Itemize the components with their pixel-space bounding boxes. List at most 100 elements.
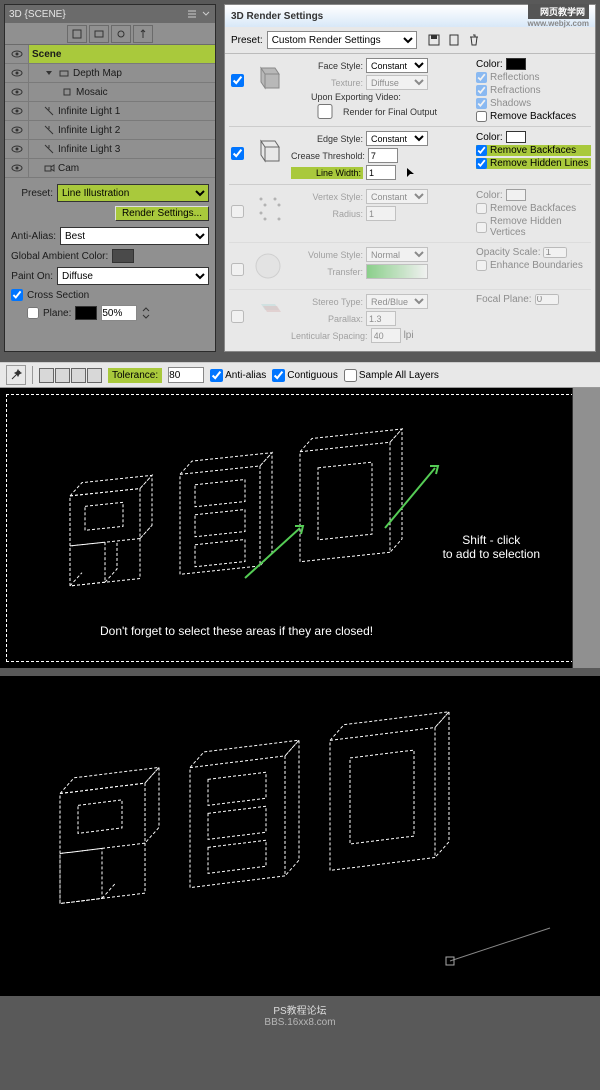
face-style-label: Face Style: xyxy=(291,61,363,71)
render-settings-button[interactable]: Render Settings... xyxy=(115,206,209,221)
crease-label: Crease Threshold: xyxy=(291,151,365,161)
scene-item[interactable]: Mosaic xyxy=(5,83,215,102)
magic-wand-tool-icon[interactable] xyxy=(6,365,26,385)
visibility-toggle[interactable] xyxy=(5,45,29,64)
scene-item-label: Infinite Light 3 xyxy=(58,144,120,155)
global-ambient-swatch[interactable] xyxy=(112,249,134,263)
crease-input[interactable] xyxy=(368,148,398,163)
visibility-toggle[interactable] xyxy=(5,64,29,83)
dialog-title: 3D Render Settings xyxy=(231,11,323,22)
painton-select[interactable]: Diffuse xyxy=(57,267,209,285)
vertex-group: Vertex Style:Constant Radius: Color: Rem… xyxy=(229,189,591,243)
sample-all-checkbox[interactable] xyxy=(344,369,357,382)
shadows-checkbox xyxy=(476,98,487,109)
render-final-checkbox[interactable] xyxy=(310,104,340,119)
scene-item[interactable]: Cam xyxy=(5,159,215,178)
toolbar-icon-1[interactable] xyxy=(67,25,87,43)
edge-color-swatch[interactable] xyxy=(506,131,526,143)
path-line xyxy=(440,916,560,976)
camera-icon xyxy=(43,162,55,174)
cross-section-label: Cross Section xyxy=(27,290,89,301)
contiguous-checkbox[interactable] xyxy=(272,369,285,382)
panel-header[interactable]: 3D {SCENE} xyxy=(5,5,215,23)
toolbar-icon-3[interactable] xyxy=(111,25,131,43)
face-enable-checkbox[interactable] xyxy=(231,74,244,87)
visibility-toggle[interactable] xyxy=(5,102,29,121)
volume-enable-checkbox[interactable] xyxy=(231,263,244,276)
menu-icon[interactable] xyxy=(187,9,197,19)
edge-remove-bf-checkbox[interactable] xyxy=(476,145,487,156)
face-color-swatch[interactable] xyxy=(506,58,526,70)
scene-item[interactable]: Infinite Light 2 xyxy=(5,121,215,140)
face-style-select[interactable]: Constant xyxy=(366,58,428,73)
toolbar-icon-2[interactable] xyxy=(89,25,109,43)
scene-item-label: Infinite Light 1 xyxy=(58,106,120,117)
vertex-enable-checkbox[interactable] xyxy=(231,205,244,218)
antialias-select[interactable]: Best xyxy=(60,227,209,245)
visibility-toggle[interactable] xyxy=(5,140,29,159)
visibility-toggle[interactable] xyxy=(5,83,29,102)
website-url: www.webjx.com xyxy=(528,19,590,28)
triangle-icon xyxy=(43,67,55,79)
face-preview xyxy=(249,58,287,96)
scene-item[interactable]: Infinite Light 1 xyxy=(5,102,215,121)
3d-scene-panel: 3D {SCENE} Scene Depth Map Mosaic Inf xyxy=(4,4,216,352)
plane-checkbox[interactable] xyxy=(27,307,39,319)
scene-root-row[interactable]: Scene xyxy=(5,45,215,64)
scene-item-label: Infinite Light 2 xyxy=(58,125,120,136)
tolerance-input[interactable] xyxy=(168,367,204,383)
annotation-arrow xyxy=(240,518,320,588)
canvas-mid[interactable]: Shift - click to add to selection Don't … xyxy=(0,388,600,668)
visibility-toggle[interactable] xyxy=(5,159,29,178)
cropped-panel xyxy=(572,388,600,668)
footer-line2: BBS.16xx8.com xyxy=(6,1017,594,1028)
edge-remove-hl-checkbox[interactable] xyxy=(476,158,487,169)
render-final-label: Render for Final Output xyxy=(343,107,437,117)
face-color-label: Color: xyxy=(476,59,503,70)
render-settings-dialog: 3D Render Settings 网页教学网 www.webjx.com P… xyxy=(224,4,596,352)
global-ambient-label: Global Ambient Color: xyxy=(11,251,108,262)
annotation-arrow xyxy=(380,458,450,538)
stepper-icon[interactable] xyxy=(141,306,151,320)
plane-value-input[interactable] xyxy=(101,305,137,321)
edge-enable-checkbox[interactable] xyxy=(231,147,244,160)
preset-label: Preset: xyxy=(11,188,53,199)
transfer-gradient xyxy=(366,264,428,279)
canvas-bottom[interactable] xyxy=(0,676,600,996)
remove-backfaces-checkbox[interactable] xyxy=(476,111,487,122)
edge-preview xyxy=(249,131,287,169)
scene-item-label: Depth Map xyxy=(73,68,122,79)
panel-title: 3D {SCENE} xyxy=(9,9,66,20)
chevron-icon[interactable] xyxy=(201,9,211,19)
antialias-checkbox[interactable] xyxy=(210,369,223,382)
stereo-enable-checkbox[interactable] xyxy=(231,310,244,323)
linewidth-input[interactable] xyxy=(366,165,396,180)
scene-item-label: Cam xyxy=(58,163,79,174)
cross-section-checkbox[interactable] xyxy=(11,289,23,301)
edge-style-label: Edge Style: xyxy=(291,134,363,144)
new-icon[interactable] xyxy=(447,33,461,47)
painton-label: Paint On: xyxy=(11,271,53,282)
toolbar-icon-4[interactable] xyxy=(133,25,153,43)
plane-swatch[interactable] xyxy=(75,306,97,320)
dialog-titlebar[interactable]: 3D Render Settings 网页教学网 www.webjx.com xyxy=(225,5,595,27)
trash-icon[interactable] xyxy=(467,33,481,47)
edge-group: Edge Style:Constant Crease Threshold: Li… xyxy=(229,131,591,185)
vertex-preview xyxy=(249,189,287,227)
cursor-icon xyxy=(405,166,417,180)
render-preset-label: Preset: xyxy=(231,35,263,46)
visibility-toggle[interactable] xyxy=(5,121,29,140)
render-preset-select[interactable]: Custom Render Settings xyxy=(267,31,417,49)
scene-root-label: Scene xyxy=(32,49,61,60)
light-icon xyxy=(43,143,55,155)
preset-select[interactable]: Line Illustration xyxy=(57,184,209,202)
scene-item[interactable]: Infinite Light 3 xyxy=(5,140,215,159)
edge-style-select[interactable]: Constant xyxy=(366,131,428,146)
light-icon xyxy=(43,105,55,117)
shift-click-annotation: Shift - click to add to selection xyxy=(443,533,540,561)
save-icon[interactable] xyxy=(427,33,441,47)
scene-toolbar xyxy=(5,23,215,45)
scene-item[interactable]: Depth Map xyxy=(5,64,215,83)
selection-mode-buttons[interactable] xyxy=(39,368,102,383)
stereo-preview xyxy=(249,294,287,332)
